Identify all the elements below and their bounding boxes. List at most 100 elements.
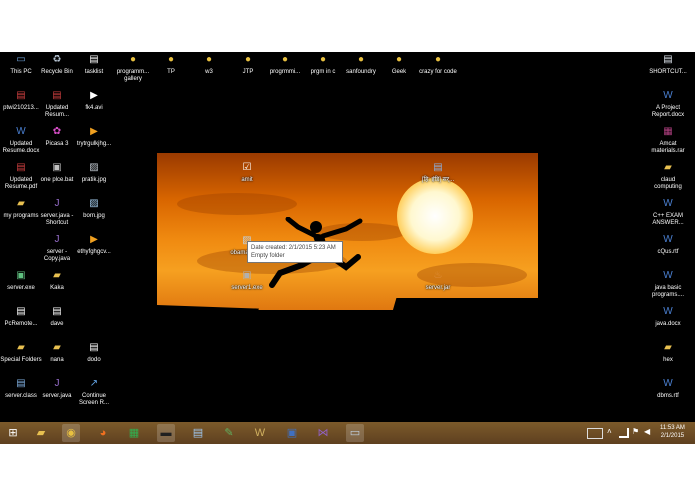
desktop-icon-dodo[interactable]: ▤ dodo [73, 342, 115, 364]
windows-start-icon: ⊞ [8, 427, 18, 439]
archive-icon: ▦ [663, 126, 673, 137]
desktop-icon-cqus-rtf[interactable]: WcQus.rtf [647, 234, 689, 256]
taskbar: ⊞ ▰ ◉ ◕ ▦ ▬ ▤ ✎ W ▣ ⋈ ▭ ˄ ⚑ ◀ 11:53 AM 2/1/2015 [0, 422, 695, 444]
desktop-icon-w3[interactable]: ● w3 [188, 54, 230, 76]
chrome-shortcut-icon: ● [205, 54, 213, 65]
video-icon: ▶ [90, 126, 98, 137]
desktop-icon-sanfoundry[interactable]: ● sanfoundry [340, 54, 382, 76]
java-file-icon: J [54, 378, 60, 389]
desktop-icon-pratik-jpg[interactable]: ▨ pratik.jpg [73, 162, 115, 184]
desktop-icon-prgm-in-c[interactable]: ● prgm in c [302, 54, 344, 76]
desktop-icon-server-java-shortcut[interactable]: Jserver.java - Shortcut [36, 198, 78, 227]
desktop-icon-jtp[interactable]: ● JTP [227, 54, 269, 76]
taskbar-button-firefox[interactable]: ◕ [94, 424, 112, 442]
document-icon: ▤ [89, 342, 99, 353]
desktop-icon-label: ethyfghgcv... [77, 249, 111, 255]
exe-icon: ▣ [242, 270, 252, 281]
desktop-icon-label: A Project Report.docx [651, 105, 685, 119]
desktop-icon-programming-2[interactable]: ● progrmmi... [264, 54, 306, 76]
desktop-icon-geek[interactable]: ● Geek [378, 54, 420, 76]
desktop-icon-continue-screen[interactable]: ↗ Continue Screen R... [73, 378, 115, 407]
desktop-icon-trytrgulkjhg[interactable]: ▶ trytrgulkjhg... [73, 126, 115, 148]
desktop-icon-label: amit [241, 177, 253, 183]
desktop-icon-server-java[interactable]: Jserver.java [36, 378, 78, 400]
video-icon: ▶ [90, 90, 98, 101]
desktop-icon-dbms-rtf[interactable]: Wdbms.rtf [647, 378, 689, 400]
folder-icon: ▰ [664, 342, 672, 353]
taskbar-button-file-explorer[interactable]: ▰ [32, 424, 50, 442]
volume-icon[interactable]: ◀ [644, 427, 650, 436]
desktop-icon-updated-resume-1[interactable]: ▤ Updated Resum... [36, 90, 78, 119]
show-hidden-icons-chevron-icon[interactable]: ˄ [607, 427, 612, 436]
desktop-icon-server-copy-java[interactable]: Jserver - Copy.java [36, 234, 78, 263]
desktop-icon-label: server - Copy.java [43, 249, 71, 263]
desktop-icon-label: Recycle Bin [41, 69, 73, 75]
video-icon: ▶ [90, 234, 98, 245]
taskbar-button-start[interactable]: ⊞ [4, 424, 22, 442]
keyboard-icon[interactable] [587, 428, 603, 439]
desktop-icon-crazy-for-code[interactable]: ● crazy for code [417, 54, 459, 76]
desktop-icon-label: server.jar [425, 285, 451, 291]
network-signal-icon[interactable] [619, 428, 629, 438]
recycle-bin-icon: ♻ [52, 54, 62, 65]
desktop-icon-amit-folder[interactable]: ☑ amit [226, 162, 268, 184]
taskbar-button-cmd[interactable]: ▬ [157, 424, 175, 442]
desktop-icon-recycle-bin[interactable]: ♻ Recycle Bin [36, 54, 78, 76]
desktop-icon-label: one plce.bat [40, 177, 74, 183]
chrome-shortcut-icon: ● [434, 54, 442, 65]
desktop-icon-dave[interactable]: ▤ dave [36, 306, 78, 328]
chrome-shortcut-icon: ● [357, 54, 365, 65]
taskbar-button-network-tool[interactable]: ▣ [283, 424, 301, 442]
taskbar-button-chrome[interactable]: ◉ [62, 424, 80, 442]
desktop-icon-label: Picasa 3 [45, 141, 69, 147]
class-file-icon: ▤ [16, 378, 26, 389]
desktop-icon-label: Amcat materials.rar [651, 141, 685, 155]
desktop[interactable]: ▭ This PC ♻ Recycle Bin ▤ tasklist ● programm..… [0, 52, 695, 422]
document-icon: ▤ [16, 306, 26, 317]
desktop-icon-born-jpg[interactable]: ▨ born.jpg [73, 198, 115, 220]
taskbar-button-store[interactable]: ▦ [125, 424, 143, 442]
desktop-icon-cloud-computing[interactable]: ▰ claud computing [647, 162, 689, 191]
desktop-icon-server1-exe[interactable]: ▣ server1.exe [226, 270, 268, 292]
desktop-icon-server-jar[interactable]: ♨ server.jar [417, 270, 459, 292]
desktop-icon-java-basic-programs[interactable]: Wjava basic programs.... [647, 270, 689, 299]
desktop-icon-label: fk4.avi [85, 105, 103, 111]
document-icon: ▤ [89, 54, 99, 65]
desktop-icon-label: prgm in c [310, 69, 336, 75]
desktop-icon-one-plce-bat[interactable]: ▣ one plce.bat [36, 162, 78, 184]
desktop-icon-fk4-avi[interactable]: ▶ fk4.avi [73, 90, 115, 112]
chrome-icon: ◉ [66, 427, 76, 439]
desktop-icon-label: server1.exe [231, 285, 263, 291]
desktop-icon-ethyfghgcv[interactable]: ▶ ethyfghgcv... [73, 234, 115, 256]
desktop-icon-hex[interactable]: ▰ hex [647, 342, 689, 364]
desktop-icon-a-project-report[interactable]: W A Project Report.docx [647, 90, 689, 119]
taskbar-button-word[interactable]: W [251, 424, 269, 442]
desktop-icon-picasa-3[interactable]: ✿ Picasa 3 [36, 126, 78, 148]
desktop-icon-amcat-rar[interactable]: ▦ Amcat materials.rar [647, 126, 689, 155]
desktop-icon-cpp-exam[interactable]: W C++ EXAM ANSWER... [647, 198, 689, 227]
jar-icon: ♨ [433, 270, 443, 281]
desktop-icon-label: trytrgulkjhg... [76, 141, 112, 147]
desktop-icon-programming-gallery[interactable]: ● programm... gallery [112, 54, 154, 83]
desktop-icon-shortcut[interactable]: ▤ SHORTCUT... [647, 54, 689, 76]
desktop-icon-hindi-file[interactable]: ▤ [हि: इंडि] सर्... [417, 162, 459, 184]
desktop-icon-java-docx[interactable]: Wjava.docx [647, 306, 689, 328]
desktop-icon-kaka[interactable]: ▰ Kaka [36, 270, 78, 292]
desktop-icon-tasklist[interactable]: ▤ tasklist [73, 54, 115, 76]
folder-info-tooltip: Date created: 2/1/2015 5:23 AM Empty fol… [247, 241, 343, 263]
flag-icon[interactable]: ⚑ [632, 427, 639, 436]
taskbar-button-paint[interactable]: ✎ [220, 424, 238, 442]
taskbar-clock[interactable]: 11:53 AM 2/1/2015 [660, 425, 685, 440]
desktop-icon-label: cQus.rtf [657, 249, 679, 255]
store-icon: ▦ [128, 427, 140, 439]
pdf-icon: ▤ [52, 90, 62, 101]
desktop-icon-nana[interactable]: ▰ nana [36, 342, 78, 364]
desktop-icon-label: claud computing [654, 177, 682, 191]
desktop-icon-label: programm... gallery [116, 69, 150, 83]
desktop-icon-label: Continue Screen R... [78, 393, 109, 407]
desktop-icon-tp[interactable]: ● TP [150, 54, 192, 76]
taskbar-button-remote[interactable]: ▭ [346, 424, 364, 442]
taskbar-button-visual-studio[interactable]: ⋈ [314, 424, 332, 442]
taskbar-button-notepad[interactable]: ▤ [189, 424, 207, 442]
command-prompt-icon: ▬ [160, 427, 172, 439]
